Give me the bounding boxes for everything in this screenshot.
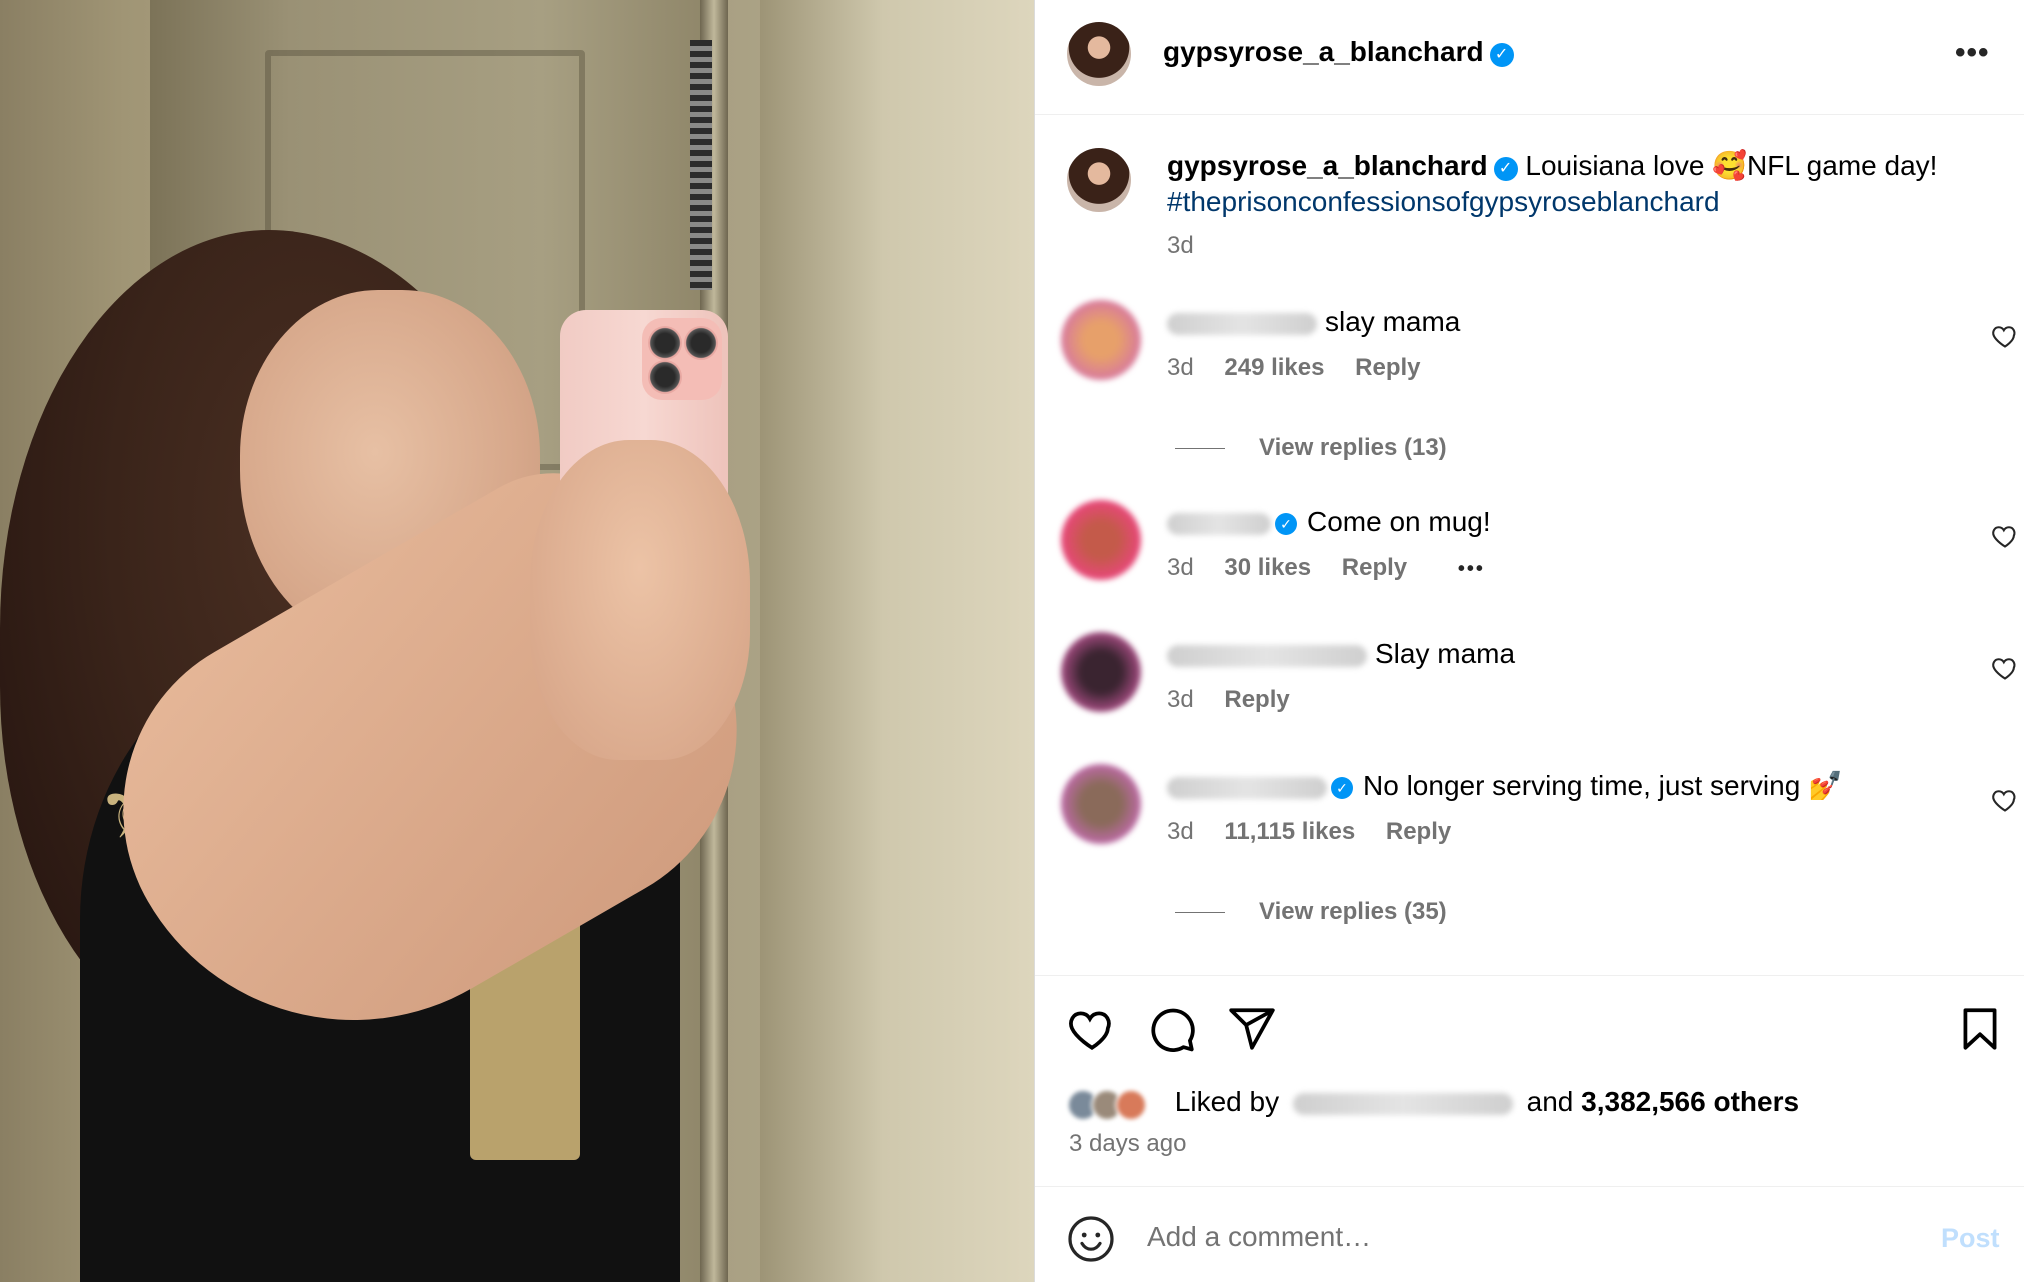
add-comment-bar: Post [1035, 1186, 2024, 1282]
comment-body: ✓ Come on mug! [1167, 504, 1967, 540]
comment-like-heart-icon[interactable] [1991, 322, 2019, 350]
commenter-username-blurred[interactable] [1167, 312, 1317, 335]
comment-meta: 3d 30 likes Reply ••• [1167, 554, 1509, 582]
comment-like-heart-icon[interactable] [1991, 522, 2019, 550]
comment-meta: 3d 11,115 likes Reply [1167, 818, 1475, 846]
comment-likes[interactable]: 30 likes [1224, 554, 1311, 581]
caption-timestamp[interactable]: 3d [1167, 228, 1987, 264]
photo-wall [760, 0, 1034, 1282]
comment-text: Come on mug! [1307, 506, 1491, 537]
photo-camera-lens [648, 326, 682, 360]
post-header: gypsyrose_a_blanchard ✓ ••• [1035, 0, 2024, 115]
reply-button[interactable]: Reply [1386, 818, 1451, 845]
post-photo[interactable]: ⚜ [0, 0, 1034, 1282]
post-sidebar: gypsyrose_a_blanchard ✓ ••• gypsyrose_a_b… [1034, 0, 2024, 1282]
comment-text: Slay mama [1375, 638, 1516, 669]
caption-hashtag[interactable]: #theprisonconfessionsofgypsyroseblanchar… [1167, 186, 1720, 217]
caption-text: gypsyrose_a_blanchard ✓ Louisiana love 🥰N… [1167, 148, 1987, 264]
comment-item: Slay mama 3d Reply [1035, 632, 2024, 714]
owner-avatar[interactable] [1067, 22, 1131, 86]
liked-by-avatars[interactable] [1067, 1088, 1167, 1121]
comment-body: Slay mama [1167, 636, 1967, 672]
comment-item: slay mama 3d 249 likes Reply [1035, 300, 2024, 382]
comment-time[interactable]: 3d [1167, 554, 1194, 581]
view-replies-button[interactable]: View replies (13) [1175, 434, 1447, 462]
photo-camera-lens [648, 360, 682, 394]
view-replies-button[interactable]: View replies (35) [1175, 898, 1447, 926]
liker-username-blurred[interactable] [1292, 1092, 1513, 1115]
verified-badge-icon: ✓ [1489, 43, 1514, 67]
liker-avatar [1115, 1088, 1147, 1121]
comment-item: ✓ Come on mug! 3d 30 likes Reply ••• [1035, 500, 2024, 582]
view-replies-line [1175, 912, 1225, 914]
commenter-avatar[interactable] [1061, 300, 1141, 380]
comment-item: ✓ No longer serving time, just serving 💅 … [1035, 764, 2024, 846]
photo-blinds [690, 40, 712, 290]
commenter-avatar[interactable] [1061, 764, 1141, 844]
owner-username[interactable]: gypsyrose_a_blanchard ✓ [1163, 36, 1514, 68]
liked-by-and: and [1526, 1086, 1574, 1117]
caption-body: Louisiana love 🥰NFL game day! [1525, 150, 1938, 181]
view-replies-label[interactable]: View replies (13) [1259, 434, 1447, 461]
comment-time[interactable]: 3d [1167, 818, 1194, 845]
comment-likes[interactable]: 11,115 likes [1224, 818, 1355, 845]
commenter-avatar[interactable] [1061, 632, 1141, 712]
comment-likes[interactable]: 249 likes [1224, 354, 1324, 381]
owner-username-text[interactable]: gypsyrose_a_blanchard [1163, 36, 1484, 67]
share-paper-plane-icon[interactable] [1227, 1004, 1277, 1054]
comment-like-heart-icon[interactable] [1991, 654, 2019, 682]
liked-by-line: Liked by and 3,382,566 others [1067, 1086, 1799, 1121]
likes-count[interactable]: 3,382,566 others [1581, 1086, 1799, 1117]
comment-bubble-icon[interactable] [1147, 1004, 1197, 1054]
caption-avatar[interactable] [1067, 148, 1131, 212]
comment-meta: 3d 249 likes Reply [1167, 354, 1445, 382]
photo-hand [530, 440, 750, 760]
commenter-username-blurred[interactable] [1167, 776, 1327, 799]
verified-badge-icon: ✓ [1331, 777, 1353, 799]
commenter-avatar[interactable] [1061, 500, 1141, 580]
commenter-username-blurred[interactable] [1167, 512, 1271, 535]
comment-more-button[interactable]: ••• [1458, 558, 1485, 580]
like-heart-icon[interactable] [1067, 1004, 1117, 1054]
commenter-username-blurred[interactable] [1167, 644, 1367, 667]
emoji-smiley-icon[interactable] [1067, 1215, 1115, 1263]
more-options-button[interactable]: ••• [1955, 36, 1990, 70]
post-timestamp[interactable]: 3 days ago [1069, 1130, 1186, 1158]
reply-button[interactable]: Reply [1355, 354, 1420, 381]
comment-time[interactable]: 3d [1167, 354, 1194, 381]
caption-username[interactable]: gypsyrose_a_blanchard [1167, 150, 1488, 181]
verified-badge-icon: ✓ [1275, 513, 1297, 535]
save-bookmark-icon[interactable] [1955, 1004, 2005, 1054]
view-replies-label[interactable]: View replies (35) [1259, 898, 1447, 925]
view-replies-line [1175, 448, 1225, 450]
reply-button[interactable]: Reply [1342, 554, 1407, 581]
comment-text: slay mama [1325, 306, 1461, 337]
add-comment-input[interactable] [1147, 1209, 1887, 1265]
instagram-post-view: ⚜ gypsyrose_a_blanchard✓ ••• gypsyrose_a… [0, 0, 2024, 1282]
comment-body: ✓ No longer serving time, just serving 💅 [1167, 768, 1967, 804]
photo-camera-lens [684, 326, 718, 360]
reply-button[interactable]: Reply [1224, 686, 1289, 713]
verified-badge-icon: ✓ [1493, 157, 1518, 181]
comment-meta: 3d Reply [1167, 686, 1314, 714]
post-comment-button[interactable]: Post [1941, 1223, 2000, 1254]
comment-like-heart-icon[interactable] [1991, 786, 2019, 814]
comment-text: No longer serving time, just serving 💅 [1363, 770, 1843, 801]
liked-by-prefix: Liked by [1174, 1086, 1280, 1117]
comment-body: slay mama [1167, 304, 1967, 340]
post-caption: gypsyrose_a_blanchard ✓ Louisiana love 🥰N… [1035, 140, 2024, 270]
comment-time[interactable]: 3d [1167, 686, 1194, 713]
